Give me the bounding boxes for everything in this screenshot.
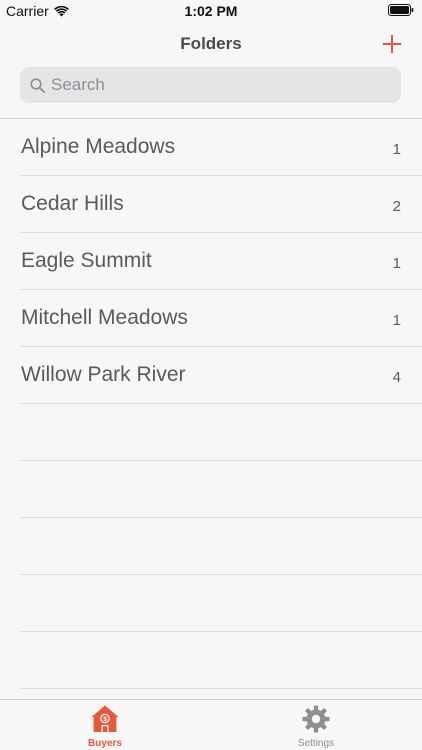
folder-name: Willow Park River — [21, 363, 186, 386]
empty-row — [0, 461, 422, 518]
status-bar: Carrier 1:02 PM — [0, 0, 422, 22]
folder-name: Mitchell Meadows — [21, 306, 188, 329]
folder-name: Eagle Summit — [21, 249, 152, 272]
search-icon — [30, 77, 45, 93]
empty-row — [0, 575, 422, 632]
folder-name: Cedar Hills — [21, 192, 124, 215]
folder-row-cedar-hills[interactable]: Cedar Hills 2 — [0, 176, 422, 233]
empty-row — [0, 404, 422, 461]
page-title: Folders — [180, 34, 242, 53]
search-input[interactable] — [51, 75, 371, 95]
house-dollar-icon: $ — [91, 705, 119, 732]
tab-settings[interactable]: Settings — [256, 704, 376, 749]
plus-icon[interactable] — [381, 33, 403, 55]
folder-count: 1 — [392, 255, 401, 272]
tab-buyers[interactable]: $ Buyers — [45, 704, 165, 749]
navigation-bar: Folders — [0, 22, 422, 64]
folder-row-eagle-summit[interactable]: Eagle Summit 1 — [0, 233, 422, 290]
folder-count: 1 — [392, 141, 401, 158]
folder-row-willow-park-river[interactable]: Willow Park River 4 — [0, 347, 422, 404]
folder-name: Alpine Meadows — [21, 135, 176, 158]
tab-bar: $ Buyers Settings — [0, 699, 422, 750]
folder-count: 1 — [392, 312, 401, 329]
empty-row — [0, 632, 422, 689]
gear-icon — [302, 705, 330, 733]
svg-text:$: $ — [103, 716, 107, 723]
tab-label: Settings — [297, 738, 335, 749]
folder-row-alpine-meadows[interactable]: Alpine Meadows 1 — [0, 119, 422, 176]
battery-icon — [388, 4, 414, 16]
folder-count: 4 — [392, 369, 401, 386]
folder-list: Alpine Meadows 1 Cedar Hills 2 Eagle Sum… — [0, 119, 422, 689]
empty-row — [0, 518, 422, 575]
folder-row-mitchell-meadows[interactable]: Mitchell Meadows 1 — [0, 290, 422, 347]
status-time: 1:02 PM — [184, 3, 238, 19]
tab-label: Buyers — [88, 738, 122, 749]
folder-count: 2 — [392, 198, 401, 215]
search-bar[interactable] — [20, 67, 401, 103]
